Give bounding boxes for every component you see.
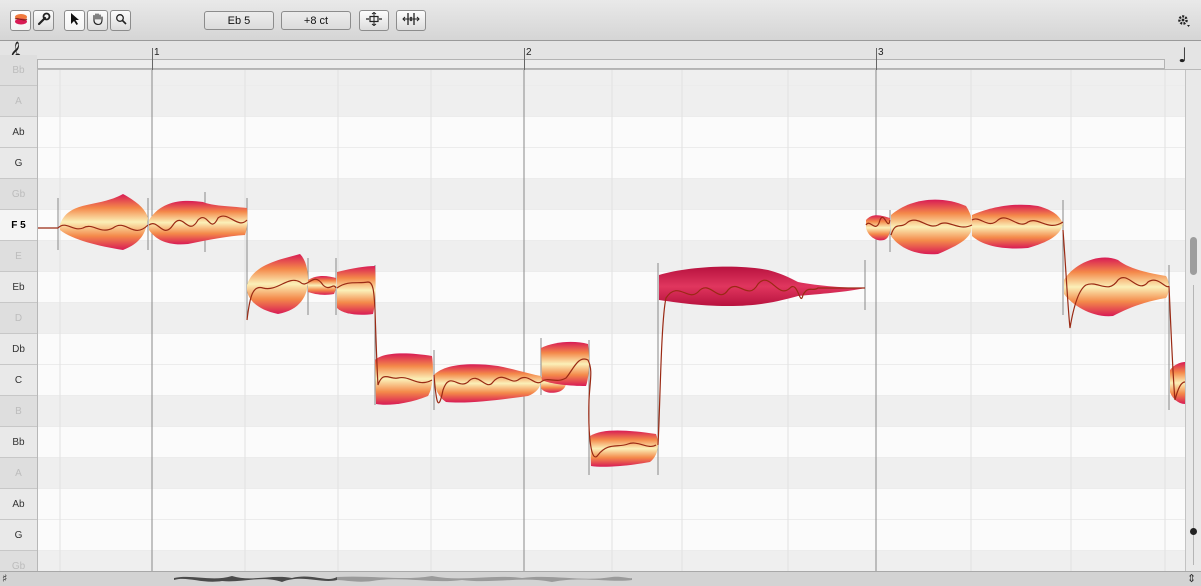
key-label: Ab bbox=[12, 498, 25, 510]
bar-label-2: 2 bbox=[526, 47, 532, 58]
key-label: Ab bbox=[12, 126, 25, 138]
key-a-low[interactable]: A bbox=[0, 458, 37, 489]
main-tool-button[interactable] bbox=[10, 10, 31, 31]
time-align-button[interactable] bbox=[396, 10, 426, 31]
pointer-tool-button[interactable] bbox=[64, 10, 85, 31]
pitch-align-button[interactable] bbox=[359, 10, 389, 31]
key-label: Bb bbox=[12, 64, 25, 76]
key-label: Db bbox=[12, 343, 25, 355]
bar-tick bbox=[152, 48, 153, 70]
bar-lines bbox=[151, 70, 877, 571]
arrow-pointer-icon bbox=[69, 12, 81, 29]
hand-icon bbox=[91, 12, 105, 29]
key-label: F 5 bbox=[11, 219, 26, 231]
quarter-note-icon[interactable]: ♩ bbox=[1178, 43, 1187, 67]
note-blob bbox=[434, 364, 542, 403]
note-blob bbox=[308, 276, 337, 295]
main-tool-icon bbox=[13, 12, 29, 29]
magnifier-icon bbox=[115, 13, 127, 28]
time-align-icon bbox=[402, 12, 420, 29]
key-g-low[interactable]: G bbox=[0, 520, 37, 551]
note-blobs[interactable] bbox=[60, 194, 1185, 467]
key-label: A bbox=[15, 95, 22, 107]
key-db[interactable]: Db bbox=[0, 334, 37, 365]
gear-icon[interactable] bbox=[1177, 12, 1191, 33]
cents-field[interactable]: +8 ct bbox=[281, 11, 351, 30]
waveform-overview[interactable] bbox=[172, 572, 652, 585]
expand-icon[interactable]: ⇕ bbox=[1187, 572, 1196, 585]
zoom-track[interactable] bbox=[1193, 285, 1194, 565]
note-blob bbox=[1064, 257, 1169, 317]
toolbar: Eb 5 +8 ct bbox=[0, 0, 1201, 41]
key-bb-low[interactable]: Bb bbox=[0, 427, 37, 458]
note-blob bbox=[149, 200, 248, 245]
note-blob bbox=[375, 353, 433, 405]
key-label: B bbox=[15, 405, 22, 417]
bar-label-3: 3 bbox=[878, 47, 884, 58]
key-label: E bbox=[15, 250, 22, 262]
key-label: Gb bbox=[11, 560, 26, 572]
key-a[interactable]: A bbox=[0, 86, 37, 117]
note-blob bbox=[866, 215, 891, 241]
wrench-icon bbox=[37, 12, 51, 29]
pitch-value: Eb 5 bbox=[227, 14, 251, 27]
cents-value: +8 ct bbox=[303, 14, 329, 27]
key-eb[interactable]: Eb bbox=[0, 272, 37, 303]
bar-tick bbox=[876, 48, 877, 70]
note-blob bbox=[659, 266, 865, 306]
note-blob bbox=[972, 204, 1063, 249]
scroll-thumb[interactable] bbox=[1190, 237, 1197, 275]
bar-label-1: 1 bbox=[154, 47, 160, 58]
key-label: G bbox=[14, 529, 23, 541]
key-bb[interactable]: Bb bbox=[0, 55, 37, 86]
notes-layer bbox=[38, 70, 1185, 571]
key-e[interactable]: E bbox=[0, 241, 37, 272]
ruler-strip bbox=[37, 59, 1165, 69]
key-c[interactable]: C bbox=[0, 365, 37, 396]
key-g[interactable]: G bbox=[0, 148, 37, 179]
key-label: D bbox=[14, 312, 23, 324]
key-label: Gb bbox=[11, 188, 26, 200]
note-blob bbox=[247, 254, 308, 314]
piano-keys-icon[interactable]: ♯ bbox=[2, 572, 7, 585]
key-f5[interactable]: F 5 bbox=[0, 210, 37, 241]
key-ab-low[interactable]: Ab bbox=[0, 489, 37, 520]
bar-tick bbox=[524, 48, 525, 70]
pitch-align-icon bbox=[365, 11, 383, 29]
beat-lines bbox=[59, 70, 1166, 571]
overview-bar[interactable]: ♯ ⇕ bbox=[0, 571, 1201, 586]
note-blob bbox=[60, 194, 148, 250]
key-label: A bbox=[15, 467, 22, 479]
note-editor-grid[interactable] bbox=[38, 70, 1185, 571]
key-d[interactable]: D bbox=[0, 303, 37, 334]
key-gb[interactable]: Gb bbox=[0, 179, 37, 210]
note-blob bbox=[590, 430, 658, 467]
zoom-tool-button[interactable] bbox=[110, 10, 131, 31]
wrench-tool-button[interactable] bbox=[33, 10, 54, 31]
key-label: Bb bbox=[12, 436, 25, 448]
key-label: C bbox=[14, 374, 23, 386]
key-label: G bbox=[14, 157, 23, 169]
scroll-tool-button[interactable] bbox=[87, 10, 108, 31]
note-blob bbox=[337, 266, 376, 315]
zoom-knob[interactable] bbox=[1190, 528, 1197, 535]
key-ab[interactable]: Ab bbox=[0, 117, 37, 148]
pitch-keyboard: Bb A Ab G Gb F 5 E Eb D Db C B Bb A Ab G… bbox=[0, 55, 38, 582]
key-b[interactable]: B bbox=[0, 396, 37, 427]
pitch-field[interactable]: Eb 5 bbox=[204, 11, 274, 30]
key-label: Eb bbox=[12, 281, 25, 293]
timeline-ruler[interactable]: 𝄞 1 2 3 ♩ bbox=[0, 41, 1201, 70]
vertical-scrollbar[interactable] bbox=[1185, 70, 1201, 571]
